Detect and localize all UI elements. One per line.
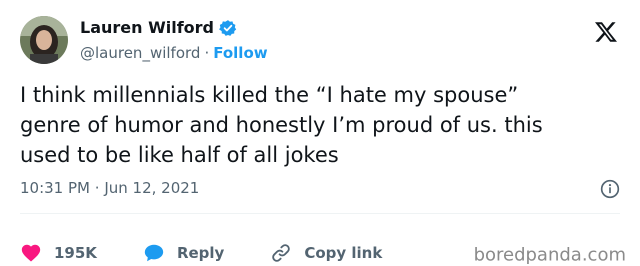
x-logo-icon[interactable] [594, 20, 618, 44]
tweet-text: I think millennials killed the “I hate m… [20, 83, 543, 167]
timestamp[interactable]: 10:31 PM · Jun 12, 2021 [20, 179, 199, 197]
user-name[interactable]: Lauren Wilford [80, 18, 214, 37]
tweet-time: 10:31 PM [20, 179, 90, 197]
link-icon [272, 244, 291, 262]
handle-row: @lauren_wilford · Follow [80, 44, 268, 62]
avatar-image [20, 16, 68, 64]
handle-separator: · [204, 44, 210, 62]
tweet-date: Jun 12, 2021 [104, 179, 200, 197]
like-button[interactable]: 195K [20, 242, 97, 264]
copy-link-button[interactable]: Copy link [270, 242, 382, 264]
reply-button[interactable]: Reply [143, 242, 224, 264]
like-count: 195K [54, 244, 97, 262]
heart-icon [21, 244, 41, 262]
verified-badge-icon [219, 19, 237, 37]
copy-link-label: Copy link [304, 244, 383, 262]
watermark: boredpanda.com [473, 244, 626, 266]
divider [20, 213, 620, 214]
reply-label: Reply [176, 244, 225, 262]
follow-button[interactable]: Follow [213, 44, 267, 62]
user-handle[interactable]: @lauren_wilford [80, 44, 200, 62]
action-bar: 195K Reply Copy link [20, 241, 428, 265]
time-separator: · [94, 179, 100, 197]
info-icon[interactable] [600, 179, 620, 199]
name-row: Lauren Wilford [80, 18, 237, 37]
tweet-card: Lauren Wilford @lauren_wilford · Follow … [0, 0, 640, 266]
avatar[interactable] [20, 16, 68, 64]
speech-bubble-icon [144, 244, 164, 262]
